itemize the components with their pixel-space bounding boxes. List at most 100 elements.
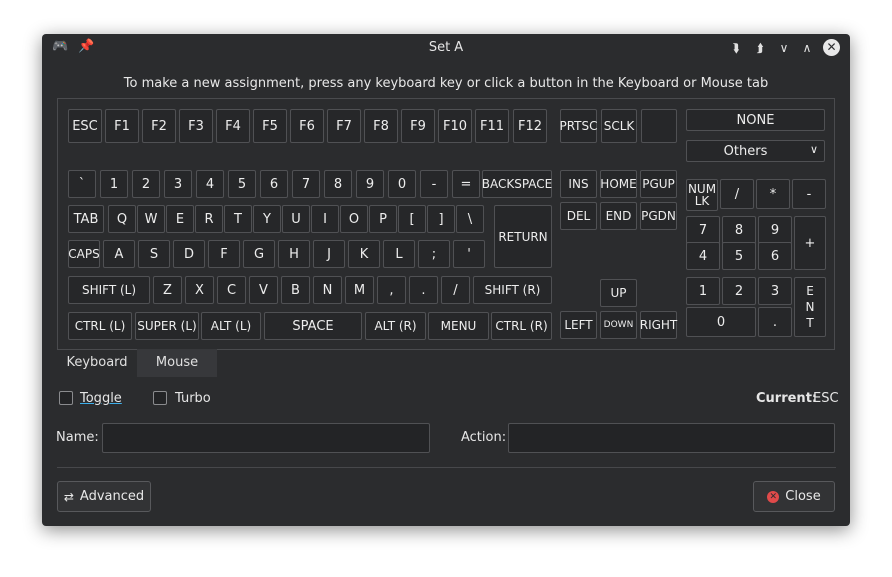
key-backspace[interactable]: BACKSPACE — [482, 170, 552, 198]
key-l[interactable]: L — [383, 240, 415, 268]
key-f10[interactable]: F10 — [438, 109, 472, 143]
key-minus[interactable]: - — [420, 170, 448, 198]
key-z[interactable]: Z — [153, 276, 182, 304]
key-p[interactable]: P — [369, 205, 397, 233]
key-alt-right[interactable]: ALT (R) — [365, 312, 426, 340]
key-m[interactable]: M — [345, 276, 374, 304]
key-right[interactable]: RIGHT — [640, 311, 677, 339]
key-equals[interactable]: = — [452, 170, 480, 198]
tab-keyboard[interactable]: Keyboard — [57, 349, 137, 377]
key-n[interactable]: N — [313, 276, 342, 304]
key-end[interactable]: END — [600, 202, 637, 230]
advanced-button[interactable]: ⇄ Advanced — [57, 481, 151, 512]
key-x[interactable]: X — [185, 276, 214, 304]
key-quote[interactable]: ' — [453, 240, 485, 268]
chevron-up-icon[interactable]: ∧ — [799, 40, 815, 56]
key-left[interactable]: LEFT — [560, 311, 597, 339]
key-f11[interactable]: F11 — [475, 109, 509, 143]
key-1[interactable]: 1 — [100, 170, 128, 198]
key-f8[interactable]: F8 — [364, 109, 398, 143]
key-up[interactable]: UP — [600, 279, 637, 307]
key-4[interactable]: 4 — [196, 170, 224, 198]
key-numpad-5[interactable]: 5 — [722, 242, 756, 270]
key-numpad-0[interactable]: 0 — [686, 307, 756, 337]
key-8[interactable]: 8 — [324, 170, 352, 198]
key-backtick[interactable]: ` — [68, 170, 96, 198]
key-f3[interactable]: F3 — [179, 109, 213, 143]
key-space[interactable]: SPACE — [264, 312, 362, 340]
none-button[interactable]: NONE — [686, 109, 825, 131]
key-pgup[interactable]: PGUP — [640, 170, 677, 198]
key-2[interactable]: 2 — [132, 170, 160, 198]
key-numpad-dot[interactable]: . — [758, 307, 792, 337]
key-numpad-minus[interactable]: - — [792, 179, 826, 209]
key-numpad-4[interactable]: 4 — [686, 242, 720, 270]
tab-mouse[interactable]: Mouse — [137, 349, 217, 377]
key-numpad-3[interactable]: 3 — [758, 277, 792, 305]
key-home[interactable]: HOME — [600, 170, 637, 198]
key-7[interactable]: 7 — [292, 170, 320, 198]
key-f2[interactable]: F2 — [142, 109, 176, 143]
key-q[interactable]: Q — [108, 205, 136, 233]
key-b[interactable]: B — [281, 276, 310, 304]
key-5[interactable]: 5 — [228, 170, 256, 198]
key-numpad-multiply[interactable]: * — [756, 179, 790, 209]
key-0[interactable]: 0 — [388, 170, 416, 198]
key-numpad-8[interactable]: 8 — [722, 216, 756, 244]
key-f7[interactable]: F7 — [327, 109, 361, 143]
turbo-checkbox[interactable] — [153, 391, 167, 405]
key-f4[interactable]: F4 — [216, 109, 250, 143]
others-select[interactable]: Others ∨ — [686, 140, 825, 162]
key-prtsc[interactable]: PRTSC — [559, 109, 598, 143]
key-numpad-6[interactable]: 6 — [758, 242, 792, 270]
double-up-icon[interactable]: ⮭ — [752, 40, 768, 56]
key-esc[interactable]: ESC — [68, 109, 102, 143]
key-numpad-7[interactable]: 7 — [686, 216, 720, 244]
key-numpad-1[interactable]: 1 — [686, 277, 720, 305]
key-6[interactable]: 6 — [260, 170, 288, 198]
key-numpad-plus[interactable]: + — [794, 216, 826, 270]
key-return[interactable]: RETURN — [494, 205, 552, 268]
key-pause[interactable] — [641, 109, 677, 143]
key-super-left[interactable]: SUPER (L) — [135, 312, 199, 340]
key-numpad-2[interactable]: 2 — [722, 277, 756, 305]
toggle-label[interactable]: Toggle — [80, 391, 122, 406]
key-f9[interactable]: F9 — [401, 109, 435, 143]
key-h[interactable]: H — [278, 240, 310, 268]
close-icon[interactable]: ✕ — [823, 39, 840, 56]
key-t[interactable]: T — [224, 205, 252, 233]
key-tab[interactable]: TAB — [68, 205, 104, 233]
key-f[interactable]: F — [208, 240, 240, 268]
key-numlock[interactable]: NUM LK — [686, 179, 718, 211]
key-3[interactable]: 3 — [164, 170, 192, 198]
key-k[interactable]: K — [348, 240, 380, 268]
key-semicolon[interactable]: ; — [418, 240, 450, 268]
key-f6[interactable]: F6 — [290, 109, 324, 143]
key-numpad-divide[interactable]: / — [720, 179, 754, 209]
name-field[interactable] — [102, 423, 430, 453]
key-g[interactable]: G — [243, 240, 275, 268]
key-period[interactable]: . — [409, 276, 438, 304]
key-a[interactable]: A — [103, 240, 135, 268]
key-d[interactable]: D — [173, 240, 205, 268]
key-shift-right[interactable]: SHIFT (R) — [473, 276, 552, 304]
key-sclk[interactable]: SCLK — [601, 109, 637, 143]
key-f12[interactable]: F12 — [513, 109, 547, 143]
key-o[interactable]: O — [340, 205, 368, 233]
key-pgdn[interactable]: PGDN — [640, 202, 677, 230]
key-v[interactable]: V — [249, 276, 278, 304]
key-down[interactable]: DOWN — [600, 311, 637, 339]
close-button[interactable]: ✕ Close — [753, 481, 835, 512]
key-i[interactable]: I — [311, 205, 339, 233]
toggle-checkbox[interactable] — [59, 391, 73, 405]
key-numpad-enter[interactable]: E N T — [794, 277, 826, 337]
chevron-down-icon[interactable]: ∨ — [776, 40, 792, 56]
key-f1[interactable]: F1 — [105, 109, 139, 143]
key-ctrl-right[interactable]: CTRL (R) — [491, 312, 552, 340]
key-alt-left[interactable]: ALT (L) — [201, 312, 261, 340]
key-left-bracket[interactable]: [ — [398, 205, 426, 233]
double-down-icon[interactable]: ⮯ — [728, 40, 744, 56]
key-del[interactable]: DEL — [560, 202, 597, 230]
key-e[interactable]: E — [166, 205, 194, 233]
key-menu[interactable]: MENU — [428, 312, 489, 340]
